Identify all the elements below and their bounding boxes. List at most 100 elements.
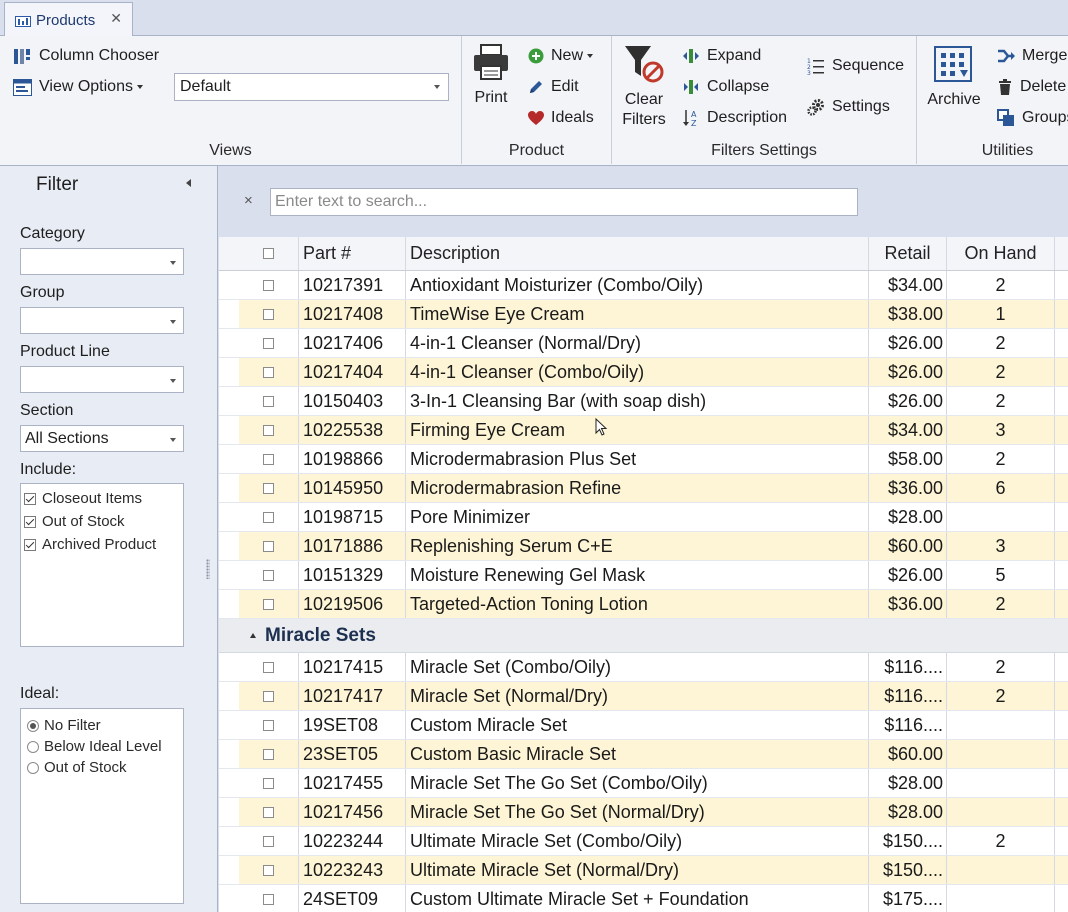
row-select-cell[interactable]	[239, 885, 299, 912]
expand-button[interactable]: Expand	[682, 47, 761, 65]
merge-button[interactable]: Merge	[997, 47, 1067, 65]
row-checkbox[interactable]	[263, 337, 274, 349]
table-row[interactable]: 10150403 3-In-1 Cleansing Bar (with soap …	[219, 387, 1068, 416]
row-select-cell[interactable]	[239, 445, 299, 473]
row-select-cell[interactable]	[239, 561, 299, 589]
section-select[interactable]: All Sections	[20, 425, 184, 452]
select-all-header[interactable]	[239, 237, 299, 270]
row-select-cell[interactable]	[239, 711, 299, 739]
groups-button[interactable]: Groups	[997, 109, 1068, 127]
row-select-cell[interactable]	[239, 653, 299, 681]
row-select-cell[interactable]	[239, 300, 299, 328]
row-checkbox[interactable]	[263, 279, 274, 291]
row-checkbox[interactable]	[263, 424, 274, 436]
row-select-cell[interactable]	[239, 590, 299, 618]
splitter-grip[interactable]	[206, 559, 210, 579]
row-select-cell[interactable]	[239, 387, 299, 415]
table-row[interactable]: 10171886 Replenishing Serum C+E $60.00 3	[219, 532, 1068, 561]
row-checkbox[interactable]	[263, 482, 274, 494]
tab-close-icon[interactable]: ✕	[110, 10, 122, 27]
description-sort-button[interactable]: AZ Description	[682, 109, 787, 127]
row-checkbox[interactable]	[263, 453, 274, 465]
row-select-cell[interactable]	[239, 329, 299, 357]
select-all-checkbox[interactable]	[263, 248, 274, 259]
row-checkbox[interactable]	[263, 835, 274, 847]
view-options-button[interactable]: View Options	[13, 78, 143, 96]
include-closeout[interactable]: Closeout Items	[24, 487, 183, 510]
table-row[interactable]: 10151329 Moisture Renewing Gel Mask $26.00…	[219, 561, 1068, 590]
row-select-cell[interactable]	[239, 271, 299, 299]
row-checkbox[interactable]	[263, 661, 274, 673]
collapse-panel-icon[interactable]	[186, 179, 191, 187]
archive-button[interactable]: Archive	[925, 46, 983, 110]
row-select-cell[interactable]	[239, 474, 299, 502]
edit-button[interactable]: Edit	[528, 78, 579, 96]
sequence-button[interactable]: 123 Sequence	[807, 57, 904, 75]
table-row[interactable]: 10217404 4-in-1 Cleanser (Combo/Oily) $26.…	[219, 358, 1068, 387]
table-row[interactable]: 10217406 4-in-1 Cleanser (Normal/Dry) $26.…	[219, 329, 1068, 358]
clear-search-icon[interactable]: ×	[244, 192, 253, 209]
column-header-description[interactable]: Description	[406, 237, 869, 270]
table-row[interactable]: 19SET08 Custom Miracle Set $116....	[219, 711, 1068, 740]
include-out-of-stock[interactable]: Out of Stock	[24, 510, 183, 533]
radio-button[interactable]	[27, 719, 39, 732]
table-row[interactable]: 10223244 Ultimate Miracle Set (Combo/Oily…	[219, 827, 1068, 856]
table-row[interactable]: 10145950 Microdermabrasion Refine $36.00 6	[219, 474, 1068, 503]
include-archived[interactable]: Archived Product	[24, 533, 183, 556]
row-checkbox[interactable]	[263, 511, 274, 523]
ideals-button[interactable]: Ideals	[528, 109, 594, 127]
table-row[interactable]: 10198866 Microdermabrasion Plus Set $58.00…	[219, 445, 1068, 474]
product-line-select[interactable]	[20, 366, 184, 393]
checkbox[interactable]	[24, 492, 36, 505]
group-row-miracle-sets[interactable]: Miracle Sets	[219, 619, 1068, 653]
row-select-cell[interactable]	[239, 682, 299, 710]
radio-button[interactable]	[27, 761, 39, 774]
column-header-retail[interactable]: Retail	[869, 237, 947, 270]
clear-filters-button[interactable]: Clear Filters	[618, 44, 670, 130]
row-select-cell[interactable]	[239, 740, 299, 768]
row-checkbox[interactable]	[263, 893, 274, 905]
row-checkbox[interactable]	[263, 864, 274, 876]
table-row[interactable]: 10217455 Miracle Set The Go Set (Combo/Oi…	[219, 769, 1068, 798]
table-row[interactable]: 10217456 Miracle Set The Go Set (Normal/D…	[219, 798, 1068, 827]
delete-button[interactable]: Delete	[997, 78, 1066, 96]
table-row[interactable]: 10219506 Targeted-Action Toning Lotion $36…	[219, 590, 1068, 619]
table-row[interactable]: 10217391 Antioxidant Moisturizer (Combo/O…	[219, 271, 1068, 300]
row-checkbox[interactable]	[263, 366, 274, 378]
table-row[interactable]: 10217417 Miracle Set (Normal/Dry) $116....…	[219, 682, 1068, 711]
radio-button[interactable]	[27, 740, 39, 753]
column-header-on-hand[interactable]: On Hand	[947, 237, 1055, 270]
table-row[interactable]: 24SET09 Custom Ultimate Miracle Set + Fou…	[219, 885, 1068, 912]
row-checkbox[interactable]	[263, 598, 274, 610]
group-select[interactable]	[20, 307, 184, 334]
row-checkbox[interactable]	[263, 395, 274, 407]
tab-products[interactable]: Products ✕	[4, 2, 133, 37]
row-checkbox[interactable]	[263, 806, 274, 818]
table-row[interactable]: 10223243 Ultimate Miracle Set (Normal/Dry…	[219, 856, 1068, 885]
settings-button[interactable]: Settings	[807, 98, 890, 116]
table-row[interactable]: 10225538 Firming Eye Cream $34.00 3	[219, 416, 1068, 445]
new-button[interactable]: New	[528, 47, 594, 65]
table-row[interactable]: 10217415 Miracle Set (Combo/Oily) $116....…	[219, 653, 1068, 682]
row-checkbox[interactable]	[263, 540, 274, 552]
row-select-cell[interactable]	[239, 503, 299, 531]
table-row[interactable]: 23SET05 Custom Basic Miracle Set $60.00	[219, 740, 1068, 769]
ideal-out-of-stock[interactable]: Out of Stock	[27, 757, 183, 778]
collapse-button[interactable]: Collapse	[682, 78, 769, 96]
row-checkbox[interactable]	[263, 308, 274, 320]
row-select-cell[interactable]	[239, 769, 299, 797]
view-select[interactable]: Default	[174, 73, 449, 101]
row-checkbox[interactable]	[263, 777, 274, 789]
column-header-part[interactable]: Part #	[299, 237, 406, 270]
table-row[interactable]: 10217408 TimeWise Eye Cream $38.00 1	[219, 300, 1068, 329]
row-select-cell[interactable]	[239, 416, 299, 444]
row-select-cell[interactable]	[239, 827, 299, 855]
row-checkbox[interactable]	[263, 719, 274, 731]
row-select-cell[interactable]	[239, 532, 299, 560]
row-select-cell[interactable]	[239, 856, 299, 884]
row-select-cell[interactable]	[239, 358, 299, 386]
column-chooser-button[interactable]: Column Chooser	[13, 47, 159, 65]
ideal-no-filter[interactable]: No Filter	[27, 715, 183, 736]
search-input[interactable]	[270, 188, 858, 216]
group-collapse-icon[interactable]	[250, 633, 256, 638]
